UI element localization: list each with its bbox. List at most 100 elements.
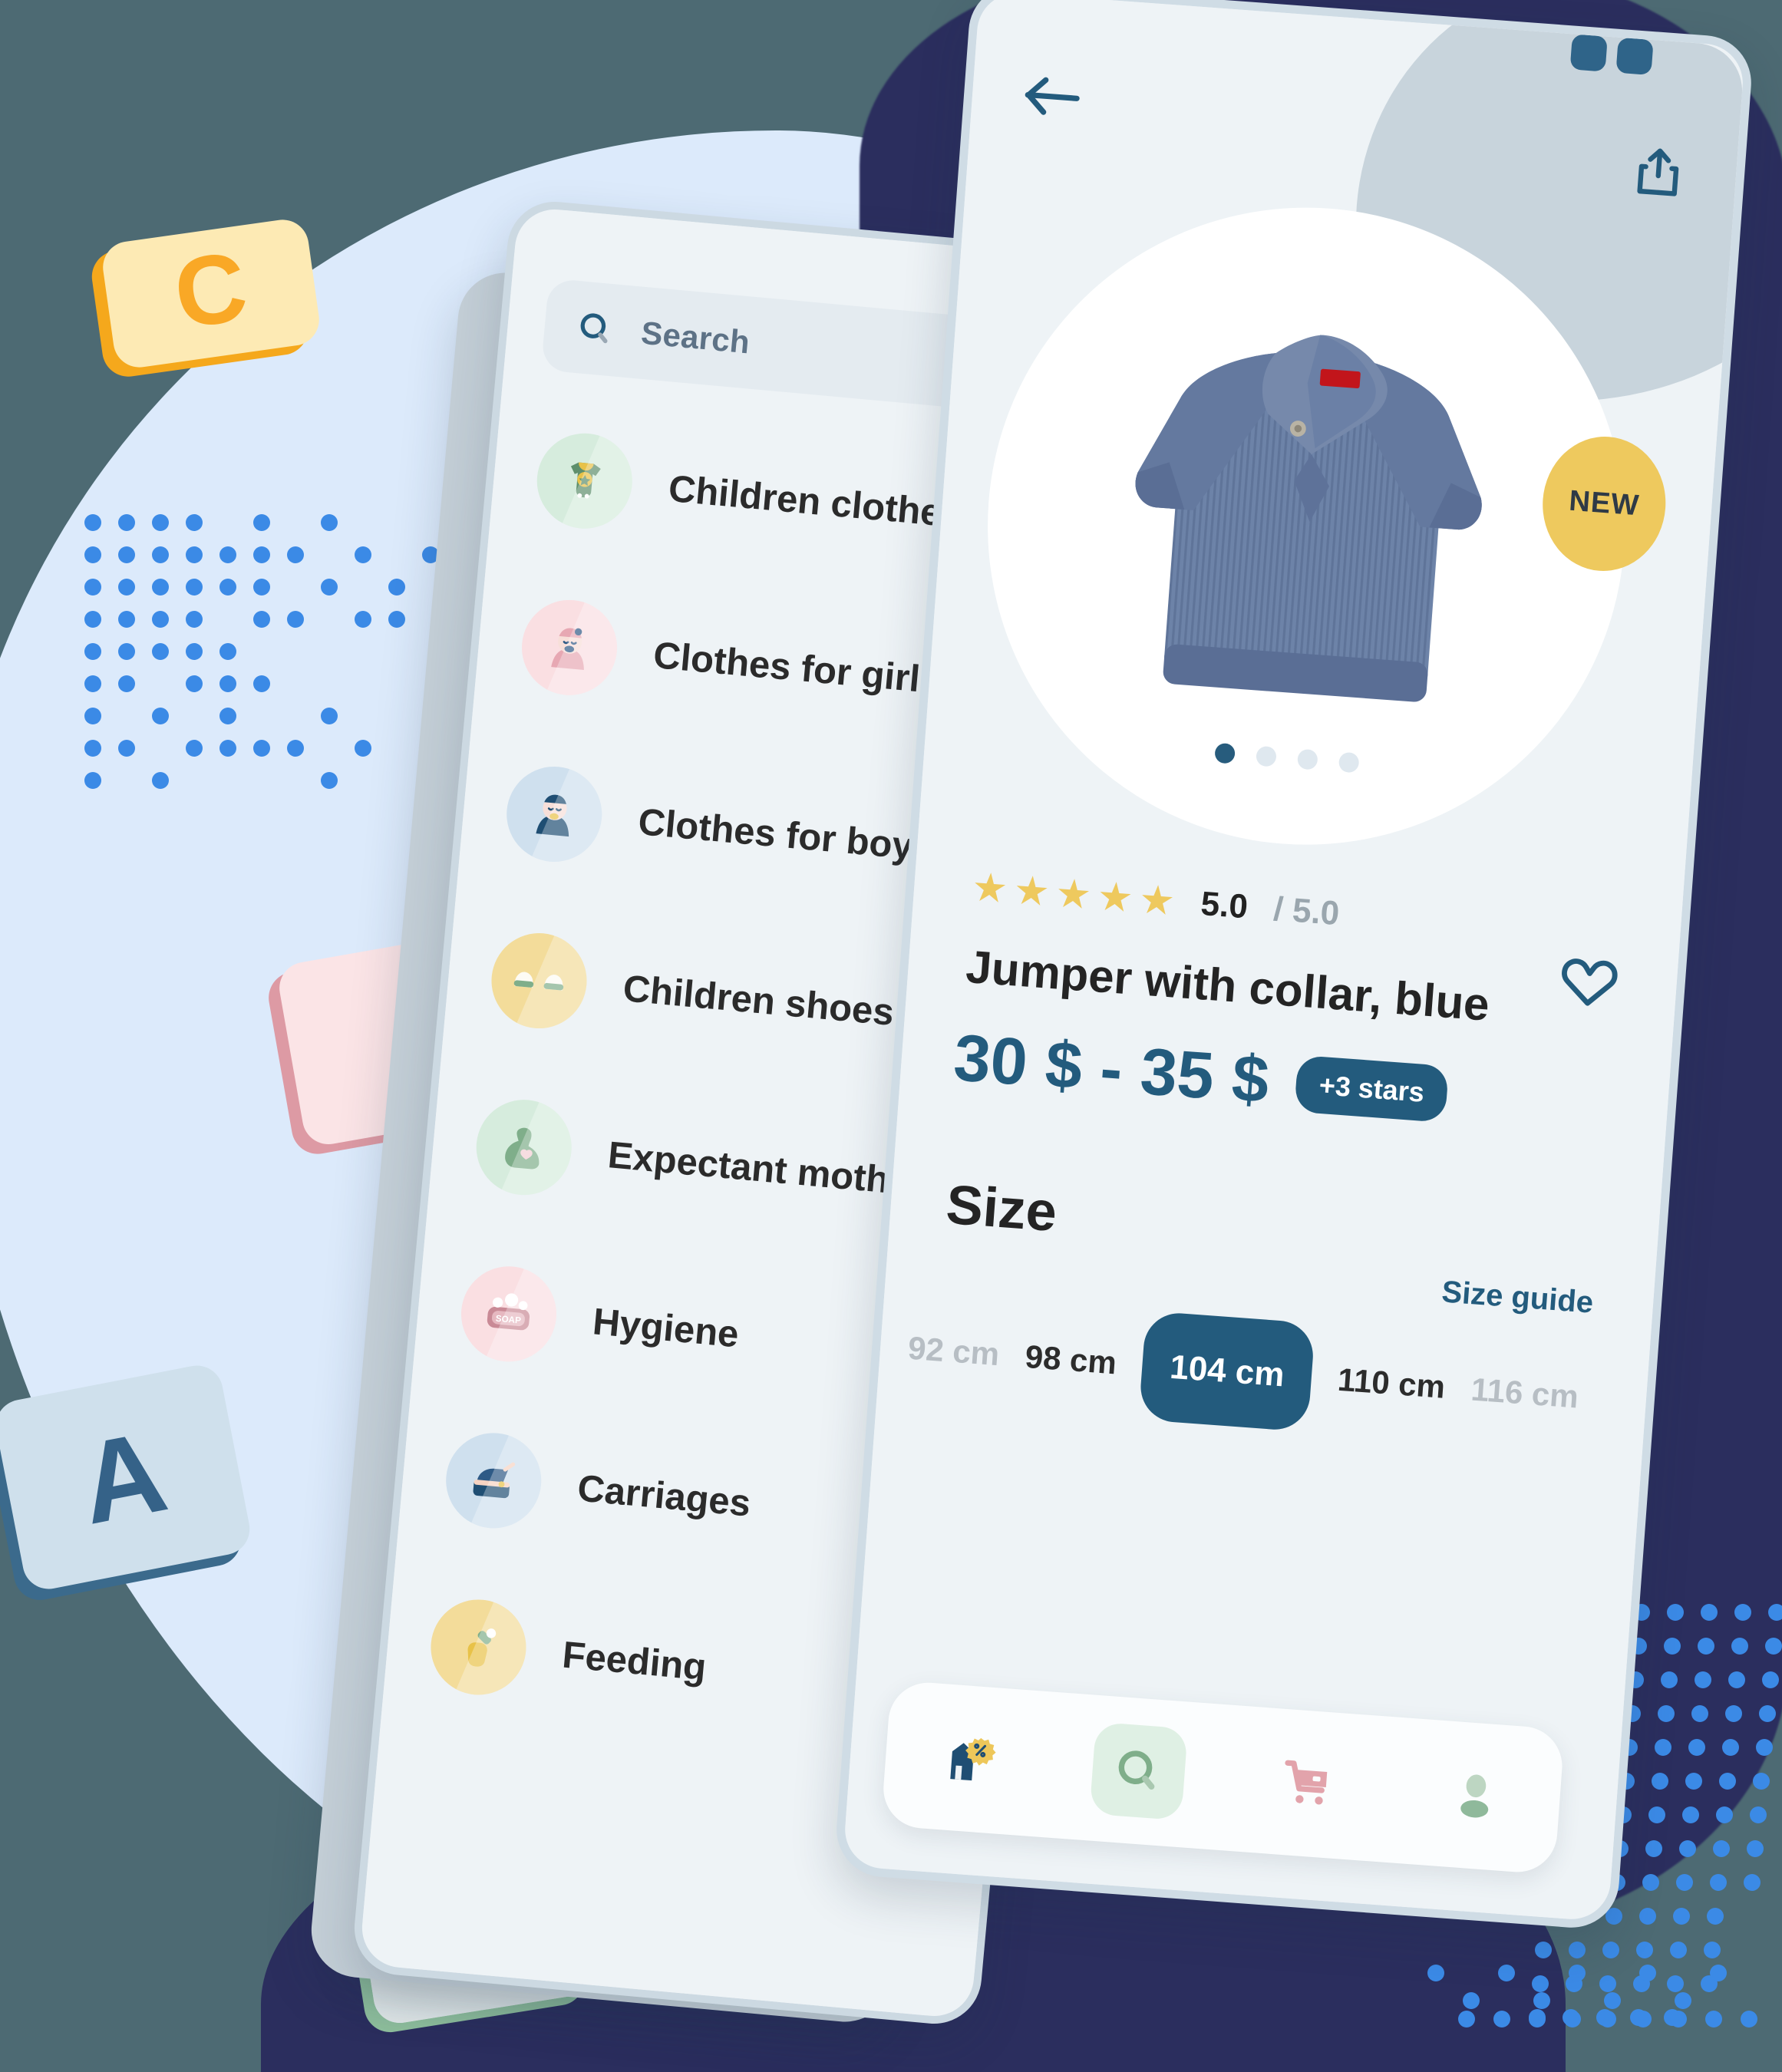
- category-label: Children shoes: [621, 967, 896, 1034]
- size-option[interactable]: 98 cm: [1024, 1338, 1117, 1382]
- dot: [186, 611, 203, 628]
- dot: [1639, 1908, 1656, 1925]
- size-selector[interactable]: 92 cm 98 cm 104 cm 110 cm 116 cm: [904, 1294, 1624, 1455]
- dot: [1734, 1604, 1751, 1621]
- size-option[interactable]: 110 cm: [1336, 1361, 1446, 1406]
- dot: [1661, 1671, 1678, 1688]
- dot: [1753, 1773, 1770, 1790]
- star-icon: ★: [1137, 879, 1176, 922]
- dot: [186, 643, 203, 660]
- baby-shoes-icon: [487, 929, 591, 1033]
- star-icon: ★: [971, 867, 1009, 909]
- dot: [219, 740, 236, 757]
- dot: [1765, 1638, 1782, 1655]
- star-icon: ★: [1054, 873, 1093, 916]
- dot: [1655, 1739, 1671, 1756]
- dot: [1682, 1806, 1699, 1823]
- carousel-dot[interactable]: [1214, 743, 1236, 764]
- dot: [118, 740, 135, 757]
- dot: [219, 708, 236, 724]
- share-icon: [1635, 146, 1683, 198]
- sales-tag-icon: [937, 1726, 1003, 1792]
- dot: [1493, 2011, 1510, 2027]
- pram-icon: [442, 1429, 546, 1533]
- favorite-button[interactable]: [1557, 952, 1621, 1011]
- dot: [253, 740, 270, 757]
- dot: [1642, 1874, 1659, 1891]
- dot: [1604, 1992, 1621, 2009]
- dot: [84, 611, 101, 628]
- dot: [1639, 1965, 1656, 1981]
- product-title: Jumper with collar, blue: [964, 940, 1491, 1031]
- dot: [388, 579, 405, 596]
- dot: [1599, 2011, 1616, 2027]
- bottom-nav: [881, 1680, 1566, 1875]
- price-row: 30 $ - 35 $ +3 stars: [951, 1020, 1450, 1132]
- dot: [84, 740, 101, 757]
- dot: [1529, 2011, 1546, 2027]
- pregnant-icon: [472, 1096, 576, 1199]
- dot: [1705, 2011, 1722, 2027]
- dot: [355, 611, 371, 628]
- dot: [1698, 1638, 1714, 1655]
- dot: [355, 546, 371, 563]
- dot: [1667, 1604, 1684, 1621]
- dot: [219, 675, 236, 692]
- new-badge: NEW: [1538, 432, 1670, 575]
- search-icon: [1110, 1744, 1167, 1800]
- dot: [152, 514, 169, 531]
- dot: [1756, 1739, 1773, 1756]
- dot: [1747, 1840, 1764, 1857]
- dot: [1744, 1874, 1761, 1891]
- nav-cart[interactable]: [1258, 1734, 1356, 1833]
- size-option[interactable]: 92 cm: [907, 1330, 1001, 1374]
- nav-sales[interactable]: [921, 1710, 1019, 1808]
- product-screen: NEW ★ ★ ★ ★ ★ 5.0 / 5.0 Jumper with collar, …: [843, 0, 1746, 1922]
- dot: [1658, 1705, 1675, 1722]
- baby-bottle-icon: [427, 1595, 530, 1699]
- carousel-dot[interactable]: [1297, 749, 1318, 770]
- dot: [1564, 2011, 1581, 2027]
- dot: [1762, 1671, 1779, 1688]
- carousel-dot[interactable]: [1256, 746, 1277, 767]
- dot: [1713, 1840, 1730, 1857]
- dot: [1673, 1908, 1690, 1925]
- dot: [1679, 1840, 1696, 1857]
- profile-icon: [1447, 1767, 1504, 1825]
- dot: [1599, 1975, 1616, 1992]
- dot: [1759, 1705, 1776, 1722]
- dot: [1569, 1965, 1586, 1981]
- dot: [1532, 1975, 1549, 1992]
- nav-search[interactable]: [1089, 1722, 1187, 1820]
- dot: [118, 675, 135, 692]
- size-option[interactable]: 116 cm: [1470, 1371, 1579, 1415]
- dot: [1675, 1992, 1691, 2009]
- letter-card-a: A: [0, 1361, 254, 1594]
- nav-profile[interactable]: [1426, 1747, 1524, 1845]
- dot: [321, 772, 338, 789]
- dot: [219, 546, 236, 563]
- carousel-dot[interactable]: [1338, 752, 1360, 774]
- rating-block: ★ ★ ★ ★ ★ 5.0 / 5.0: [971, 867, 1341, 934]
- mockup-stage: C A Search Children clothes Clothes for …: [0, 0, 1782, 2072]
- dot: [287, 611, 304, 628]
- blue-knit-jumper-image: [1061, 272, 1553, 765]
- star-icon: ★: [1012, 870, 1051, 912]
- rating-value: 5.0: [1200, 885, 1249, 926]
- dot: [186, 546, 203, 563]
- dot: [152, 546, 169, 563]
- dot: [1691, 1705, 1708, 1722]
- size-heading: Size: [944, 1173, 1059, 1244]
- share-button[interactable]: [1623, 137, 1694, 207]
- dot: [1635, 2011, 1652, 2027]
- size-guide-link[interactable]: Size guide: [1440, 1275, 1595, 1320]
- dot: [152, 708, 169, 724]
- back-button[interactable]: [1018, 61, 1088, 132]
- dot: [1602, 1942, 1619, 1958]
- dot: [219, 579, 236, 596]
- phone-product-detail: NEW ★ ★ ★ ★ ★ 5.0 / 5.0 Jumper with collar, …: [833, 0, 1754, 1931]
- size-option[interactable]: 104 cm: [1138, 1311, 1315, 1432]
- dot: [253, 579, 270, 596]
- dot: [118, 643, 135, 660]
- product-price: 30 $ - 35 $: [951, 1020, 1271, 1119]
